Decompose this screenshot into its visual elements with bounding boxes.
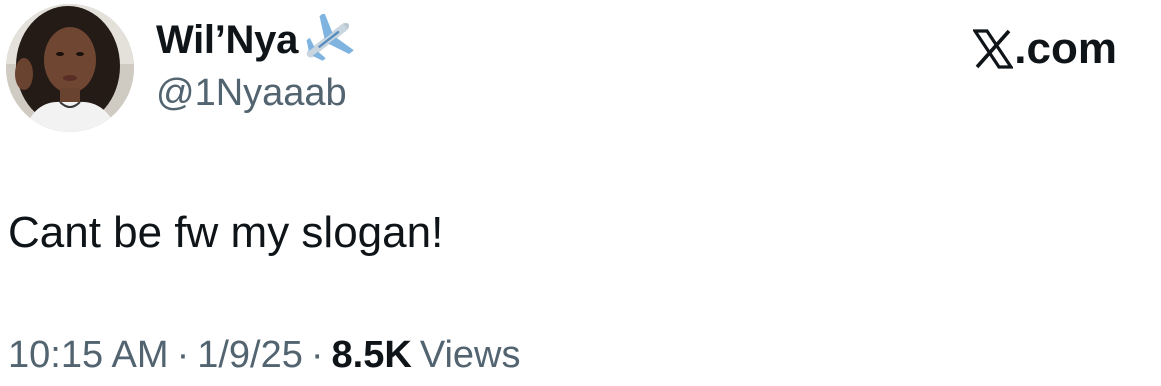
tweet-date[interactable]: 1/9/25 bbox=[197, 334, 303, 377]
views-count[interactable]: 8.5K bbox=[332, 334, 412, 377]
author-display-name[interactable]: Wil’Nya bbox=[156, 18, 298, 63]
tweet-text: Cant be fw my slogan! bbox=[8, 208, 444, 257]
author-name-row[interactable]: Wil’Nya bbox=[156, 12, 357, 66]
tweet-card: Wil’Nya @1Nyaaab .com Cant be fw my slog… bbox=[0, 0, 1161, 386]
views-label[interactable]: Views bbox=[420, 334, 521, 377]
x-logo-icon bbox=[972, 27, 1015, 71]
author-handle[interactable]: @1Nyaaab bbox=[156, 72, 347, 115]
airplane-icon bbox=[299, 12, 357, 66]
avatar[interactable] bbox=[6, 4, 134, 132]
avatar-image bbox=[6, 4, 134, 132]
meta-separator: · bbox=[176, 334, 190, 376]
tweet-meta: 10:15 AM · 1/9/25 · 8.5K Views bbox=[8, 334, 521, 377]
brand-label: .com bbox=[1014, 24, 1117, 73]
tweet-time[interactable]: 10:15 AM bbox=[8, 334, 169, 377]
brand-watermark: .com bbox=[972, 24, 1117, 74]
meta-separator: · bbox=[310, 334, 324, 376]
